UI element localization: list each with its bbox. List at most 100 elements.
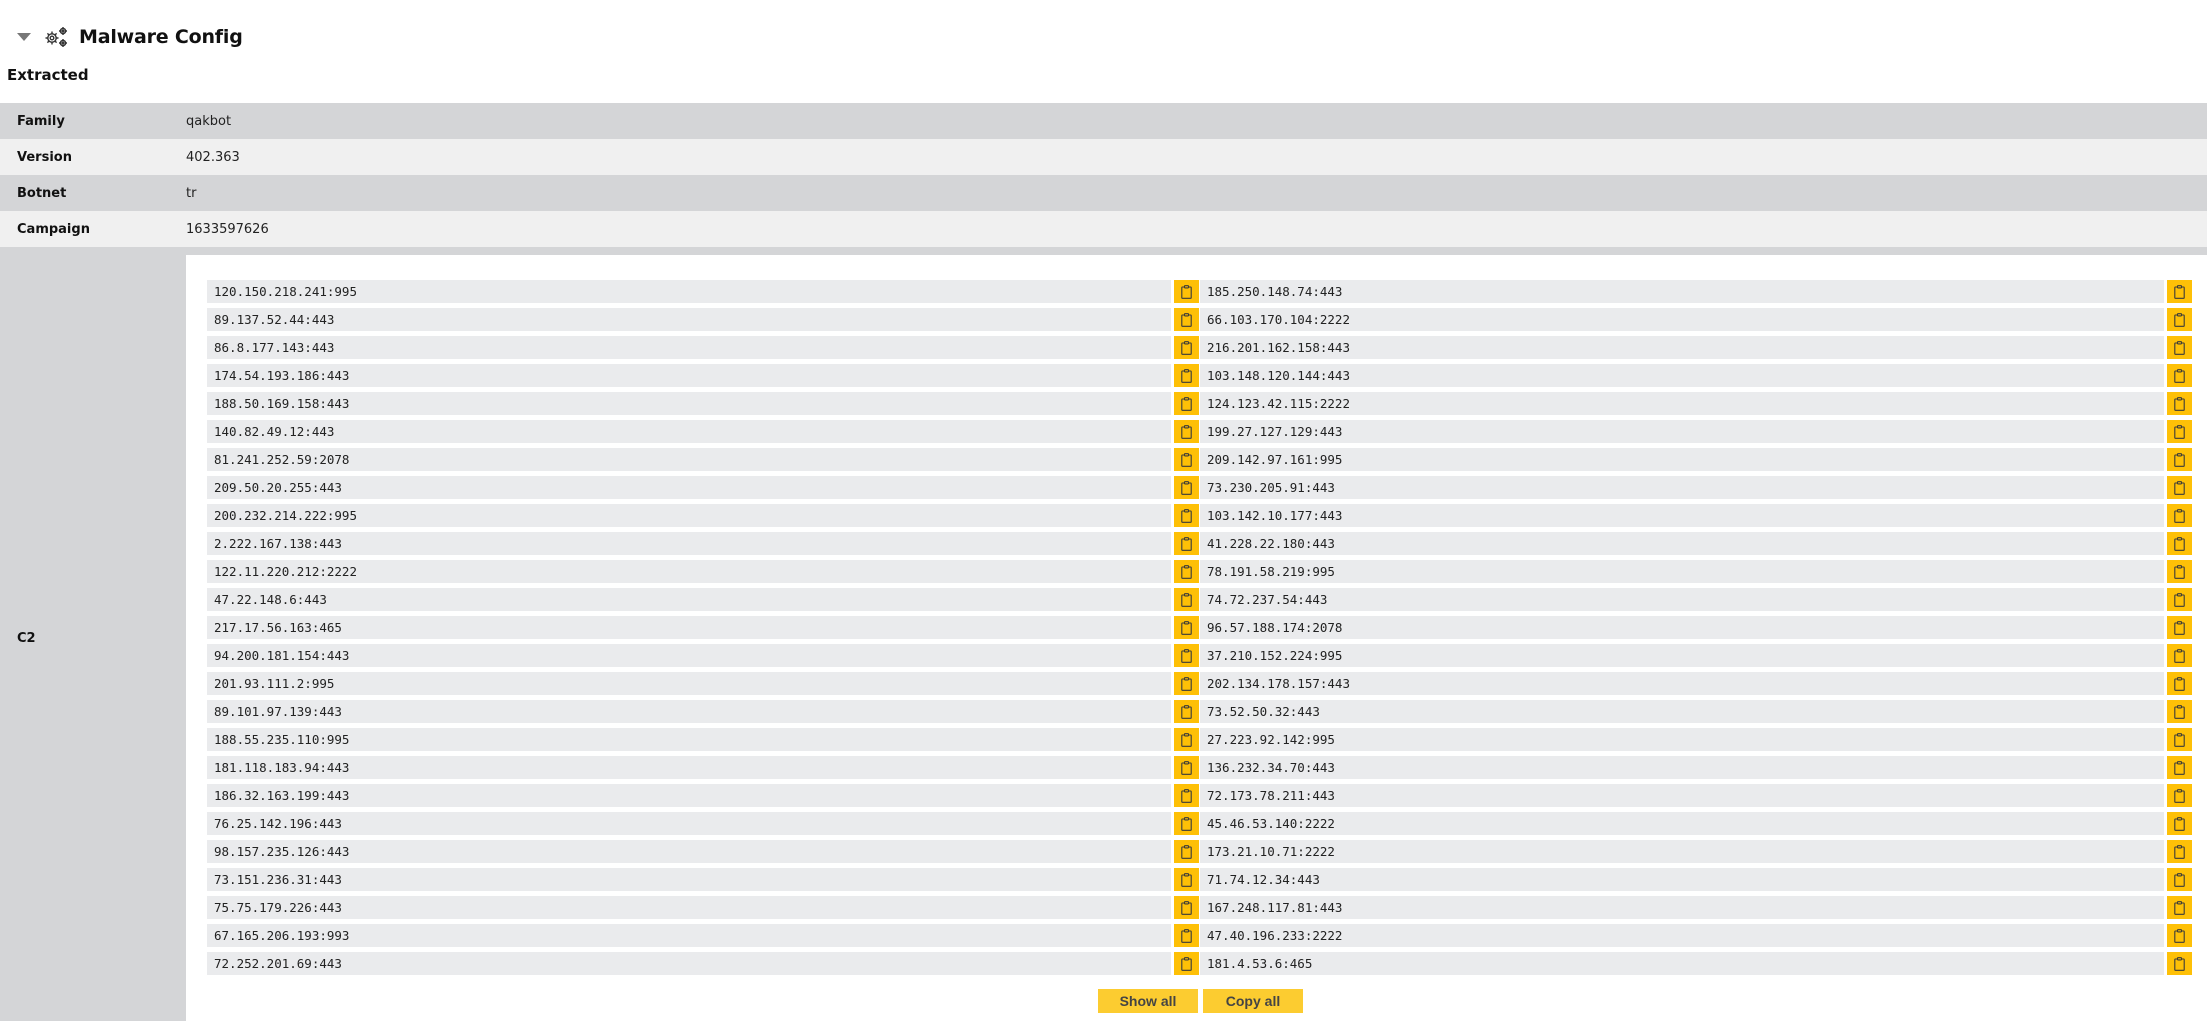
copy-address-button[interactable] (2167, 308, 2192, 331)
c2-list-item: 216.201.162.158:443 (1200, 336, 2193, 364)
copy-address-button[interactable] (1174, 504, 1199, 527)
copy-address-button[interactable] (2167, 476, 2192, 499)
c2-list-item: 75.75.179.226:443 (207, 896, 1200, 924)
c2-list-item: 201.93.111.2:995 (207, 672, 1200, 700)
c2-address: 181.4.53.6:465 (1200, 952, 2164, 975)
c2-list-item: 217.17.56.163:465 (207, 616, 1200, 644)
clipboard-icon (1181, 620, 1192, 635)
copy-address-button[interactable] (1174, 364, 1199, 387)
clipboard-icon (2174, 620, 2185, 635)
copy-address-button[interactable] (2167, 392, 2192, 415)
copy-address-button[interactable] (1174, 336, 1199, 359)
copy-address-button[interactable] (2167, 448, 2192, 471)
clipboard-icon (2174, 928, 2185, 943)
copy-address-button[interactable] (2167, 840, 2192, 863)
c2-address: 181.118.183.94:443 (207, 756, 1171, 779)
c2-address: 86.8.177.143:443 (207, 336, 1171, 359)
copy-address-button[interactable] (2167, 672, 2192, 695)
c2-list-item: 86.8.177.143:443 (207, 336, 1200, 364)
copy-address-button[interactable] (2167, 420, 2192, 443)
copy-address-button[interactable] (1174, 476, 1199, 499)
c2-list-item: 67.165.206.193:993 (207, 924, 1200, 952)
copy-address-button[interactable] (1174, 728, 1199, 751)
c2-list-item: 186.32.163.199:443 (207, 784, 1200, 812)
c2-list-item: 199.27.127.129:443 (1200, 420, 2193, 448)
c2-list-item: 181.118.183.94:443 (207, 756, 1200, 784)
copy-address-button[interactable] (2167, 812, 2192, 835)
c2-address: 67.165.206.193:993 (207, 924, 1171, 947)
c2-row: C2 120.150.218.241:995 89.137.52.44:443 86… (0, 247, 2207, 1021)
caret-down-icon[interactable] (17, 33, 31, 41)
copy-address-button[interactable] (1174, 812, 1199, 835)
copy-address-button[interactable] (1174, 560, 1199, 583)
copy-address-button[interactable] (2167, 532, 2192, 555)
copy-address-button[interactable] (2167, 644, 2192, 667)
copy-address-button[interactable] (1174, 392, 1199, 415)
copy-address-button[interactable] (2167, 756, 2192, 779)
clipboard-icon (1181, 424, 1192, 439)
copy-address-button[interactable] (1174, 840, 1199, 863)
section-title: Malware Config (79, 26, 243, 48)
clipboard-icon (1181, 760, 1192, 775)
copy-address-button[interactable] (1174, 644, 1199, 667)
copy-address-button[interactable] (2167, 560, 2192, 583)
c2-address: 78.191.58.219:995 (1200, 560, 2164, 583)
copy-address-button[interactable] (1174, 672, 1199, 695)
copy-address-button[interactable] (1174, 308, 1199, 331)
c2-list-left: 120.150.218.241:995 89.137.52.44:443 86.8.… (207, 280, 1200, 980)
copy-address-button[interactable] (2167, 280, 2192, 303)
c2-address: 94.200.181.154:443 (207, 644, 1171, 667)
copy-address-button[interactable] (1174, 868, 1199, 891)
clipboard-icon (2174, 872, 2185, 887)
copy-address-button[interactable] (1174, 952, 1199, 975)
copy-address-button[interactable] (2167, 504, 2192, 527)
clipboard-icon (1181, 480, 1192, 495)
copy-address-button[interactable] (2167, 728, 2192, 751)
clipboard-icon (1181, 816, 1192, 831)
c2-list-item: 188.55.235.110:995 (207, 728, 1200, 756)
c2-list-item: 98.157.235.126:443 (207, 840, 1200, 868)
field-value: qakbot (186, 113, 232, 129)
copy-address-button[interactable] (2167, 616, 2192, 639)
copy-address-button[interactable] (1174, 532, 1199, 555)
copy-address-button[interactable] (2167, 952, 2192, 975)
copy-address-button[interactable] (1174, 924, 1199, 947)
clipboard-icon (1181, 340, 1192, 355)
copy-address-button[interactable] (1174, 616, 1199, 639)
show-all-button[interactable]: Show all (1098, 989, 1198, 1013)
copy-address-button[interactable] (1174, 448, 1199, 471)
copy-address-button[interactable] (1174, 784, 1199, 807)
c2-list-item: 209.142.97.161:995 (1200, 448, 2193, 476)
clipboard-icon (1181, 284, 1192, 299)
clipboard-icon (2174, 508, 2185, 523)
copy-address-button[interactable] (1174, 420, 1199, 443)
copy-address-button[interactable] (2167, 784, 2192, 807)
clipboard-icon (1181, 536, 1192, 551)
copy-address-button[interactable] (1174, 896, 1199, 919)
copy-address-button[interactable] (2167, 700, 2192, 723)
c2-list-item: 200.232.214.222:995 (207, 504, 1200, 532)
copy-address-button[interactable] (2167, 336, 2192, 359)
clipboard-icon (1181, 844, 1192, 859)
c2-list-item: 209.50.20.255:443 (207, 476, 1200, 504)
clipboard-icon (2174, 452, 2185, 467)
copy-address-button[interactable] (1174, 280, 1199, 303)
copy-address-button[interactable] (2167, 364, 2192, 387)
copy-address-button[interactable] (2167, 924, 2192, 947)
c2-address: 76.25.142.196:443 (207, 812, 1171, 835)
c2-list-item: 202.134.178.157:443 (1200, 672, 2193, 700)
c2-list-item: 81.241.252.59:2078 (207, 448, 1200, 476)
copy-address-button[interactable] (1174, 756, 1199, 779)
c2-address: 74.72.237.54:443 (1200, 588, 2164, 611)
copy-address-button[interactable] (2167, 896, 2192, 919)
copy-all-button[interactable]: Copy all (1203, 989, 1303, 1013)
c2-address: 66.103.170.104:2222 (1200, 308, 2164, 331)
clipboard-icon (2174, 648, 2185, 663)
field-key: Campaign (17, 221, 90, 237)
field-row-version: Version 402.363 (0, 139, 2207, 175)
copy-address-button[interactable] (1174, 588, 1199, 611)
c2-address: 188.55.235.110:995 (207, 728, 1171, 751)
copy-address-button[interactable] (2167, 588, 2192, 611)
copy-address-button[interactable] (2167, 868, 2192, 891)
copy-address-button[interactable] (1174, 700, 1199, 723)
